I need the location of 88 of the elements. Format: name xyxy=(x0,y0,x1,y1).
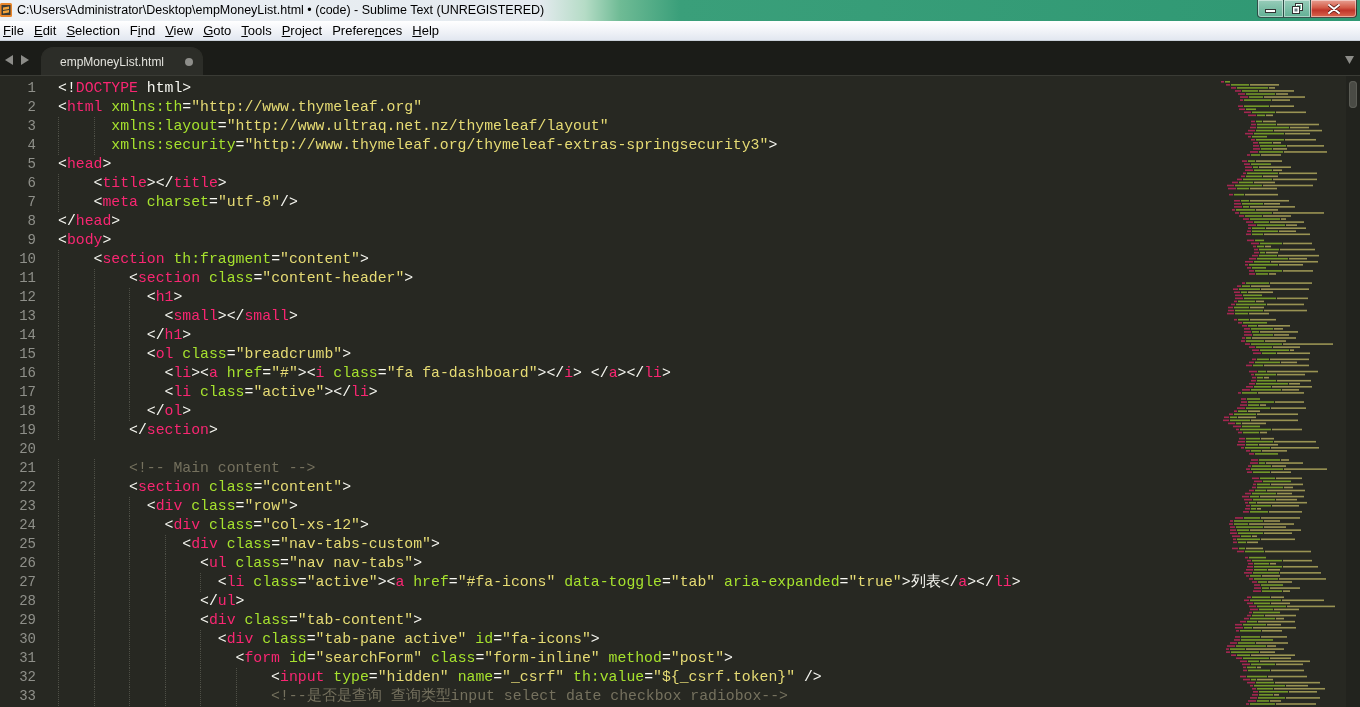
menu-item[interactable]: Find xyxy=(124,22,161,39)
line-number: 27 xyxy=(19,573,36,590)
menu-item[interactable]: View xyxy=(160,22,199,39)
line-number: 22 xyxy=(19,478,36,495)
minimize-icon xyxy=(1265,9,1276,13)
menu-item[interactable]: Tools xyxy=(236,22,277,39)
close-icon xyxy=(1327,3,1340,14)
line-number: 2 xyxy=(27,98,36,115)
line-number: 26 xyxy=(19,554,36,571)
line-number: 23 xyxy=(19,497,36,514)
code-line: <li><a href="#"><i class="fa fa-dashboard"></i> </a></li> xyxy=(164,363,671,383)
code-line: xmlns:layout="http://www.ultraq.net.nz/thymeleaf/layout" xyxy=(111,116,609,136)
line-number: 3 xyxy=(27,117,36,134)
window-title: C:\Users\Administrator\Desktop\empMoneyList.html • (code) - Sublime Text (UNREGISTERED) xyxy=(17,2,545,18)
code-line: </ul> xyxy=(200,591,245,611)
line-number: 10 xyxy=(19,250,36,267)
code-line: <div class="row"> xyxy=(146,496,298,516)
line-number: 21 xyxy=(19,459,36,476)
code-line: </ol> xyxy=(146,401,192,421)
menu-item[interactable]: Help xyxy=(407,22,444,39)
file-tab[interactable]: empMoneyList.html xyxy=(41,47,203,75)
dropdown-triangle-icon[interactable] xyxy=(1345,56,1354,64)
line-number: 13 xyxy=(19,307,36,324)
code-line: <ol class="breadcrumb"> xyxy=(146,344,352,364)
menu-item[interactable]: Goto xyxy=(198,22,237,39)
restore-icon xyxy=(1291,3,1303,14)
code-line: <div class="nav-tabs-custom"> xyxy=(182,534,440,554)
code-line: <section th:fragment="content"> xyxy=(93,249,369,269)
line-number: 8 xyxy=(27,212,36,229)
line-number: 5 xyxy=(27,155,36,172)
line-number: 15 xyxy=(19,345,36,362)
line-number: 9 xyxy=(27,231,36,248)
line-number: 30 xyxy=(19,630,36,647)
line-number: 25 xyxy=(19,535,36,552)
code-line: <body> xyxy=(58,230,112,250)
code-line: <li class="active"></li> xyxy=(164,382,378,402)
line-number: 12 xyxy=(19,288,36,305)
line-number: 20 xyxy=(19,440,36,457)
code-line: <small></small> xyxy=(164,306,298,326)
line-number: 24 xyxy=(19,516,36,533)
code-line: <input type="hidden" name="_csrf" th:value="${_csrf.token}" /> xyxy=(271,667,822,687)
code-line: </h1> xyxy=(146,325,192,345)
line-number: 17 xyxy=(19,383,36,400)
line-number: 1 xyxy=(27,79,36,96)
line-number: 33 xyxy=(19,687,36,704)
scrollbar-thumb[interactable] xyxy=(1349,81,1357,108)
line-number: 31 xyxy=(19,649,36,666)
app-icon xyxy=(0,3,12,17)
line-number: 14 xyxy=(19,326,36,343)
line-number: 7 xyxy=(27,193,36,210)
minimize-button[interactable] xyxy=(1257,0,1284,18)
code-line: <!--是否是查询 查询类型input select date checkbox radiobox--> xyxy=(271,686,788,706)
line-number: 18 xyxy=(19,402,36,419)
line-number: 19 xyxy=(19,421,36,438)
code-line: <ul class="nav nav-tabs"> xyxy=(200,553,423,573)
code-line: <section class="content"> xyxy=(129,477,352,497)
right-triangle-icon[interactable] xyxy=(21,54,29,65)
code-line: <div class="col-xs-12"> xyxy=(164,515,369,535)
code-line: </section> xyxy=(129,420,218,440)
menu-item[interactable]: File xyxy=(0,22,29,39)
code-line: <title></title> xyxy=(93,173,227,193)
menu-item[interactable]: Selection xyxy=(61,22,125,39)
code-line: <!-- Main content --> xyxy=(129,458,316,478)
close-button[interactable] xyxy=(1311,0,1357,18)
line-number: 32 xyxy=(19,668,36,685)
code-line: <html xmlns:th="http://www.thymeleaf.org" xyxy=(58,97,423,117)
line-number: 29 xyxy=(19,611,36,628)
code-line: <section class="content-header"> xyxy=(129,268,414,288)
code-line: xmlns:security="http://www.thymeleaf.org/thymeleaf-extras-springsecurity3"> xyxy=(111,135,778,155)
code-line: <li class="active"><a href="#fa-icons" data-toggle="tab" aria-expanded="true">列表</a></li> xyxy=(217,572,1021,592)
code-line: <div class="tab-content"> xyxy=(200,610,423,630)
code-line: <!DOCTYPE html> xyxy=(58,78,192,98)
menu-item[interactable]: Project xyxy=(276,22,328,39)
code-line: <h1> xyxy=(146,287,183,307)
line-number: 4 xyxy=(27,136,36,153)
left-triangle-icon[interactable] xyxy=(5,54,13,65)
line-number: 16 xyxy=(19,364,36,381)
line-number: 6 xyxy=(27,174,36,191)
menu-item[interactable]: Edit xyxy=(28,22,62,39)
line-number: 11 xyxy=(19,269,36,286)
restore-button[interactable] xyxy=(1284,0,1311,18)
code-line: <form id="searchForm" class="form-inline" method="post"> xyxy=(235,648,733,668)
code-line: <meta charset="utf-8"/> xyxy=(93,192,298,212)
code-line: <head> xyxy=(58,154,112,174)
code-line: </head> xyxy=(58,211,121,231)
code-line: <div class="tab-pane active" id="fa-icons"> xyxy=(217,629,600,649)
menu-item[interactable]: Preferences xyxy=(327,22,408,39)
line-number: 28 xyxy=(19,592,36,609)
